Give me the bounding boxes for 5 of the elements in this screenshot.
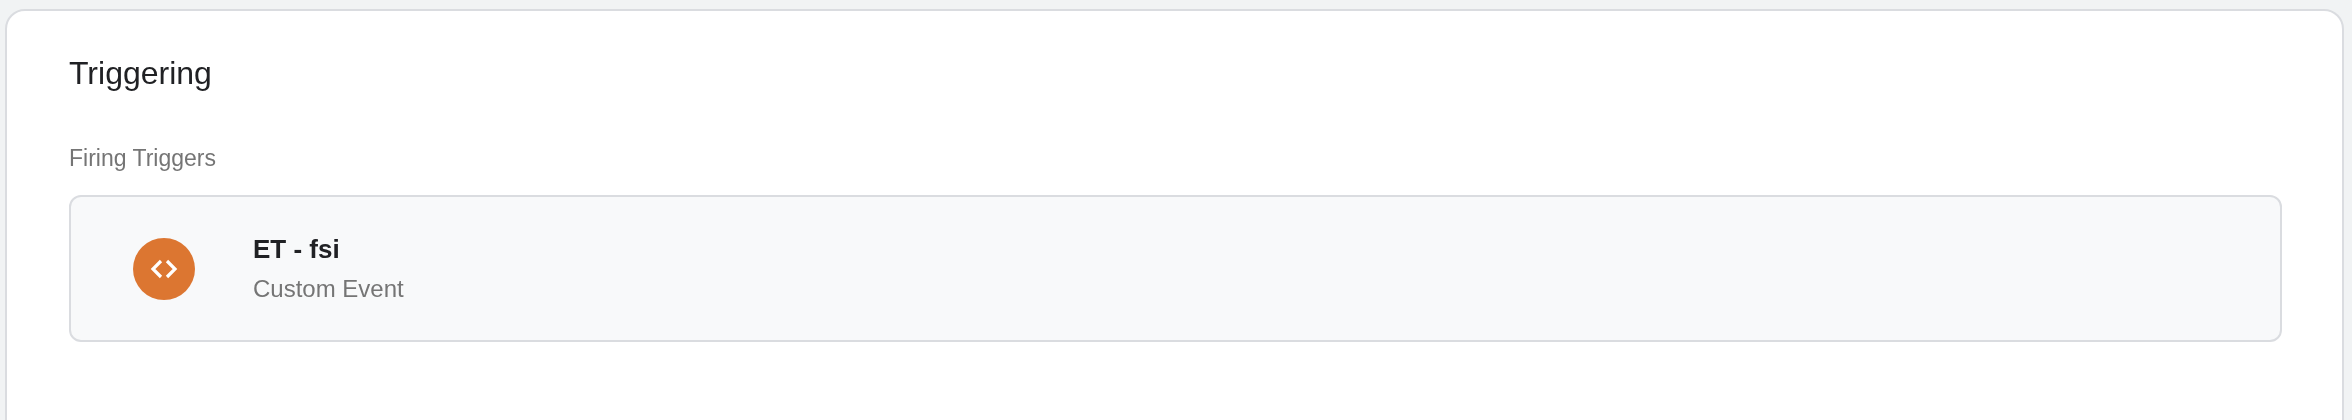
- trigger-type: Custom Event: [253, 275, 404, 303]
- section-label: Firing Triggers: [69, 147, 217, 170]
- section-title: Triggering: [69, 57, 213, 89]
- trigger-name: ET - fsi: [253, 234, 341, 265]
- trigger-item[interactable]: ET - fsi Custom Event: [69, 195, 2282, 342]
